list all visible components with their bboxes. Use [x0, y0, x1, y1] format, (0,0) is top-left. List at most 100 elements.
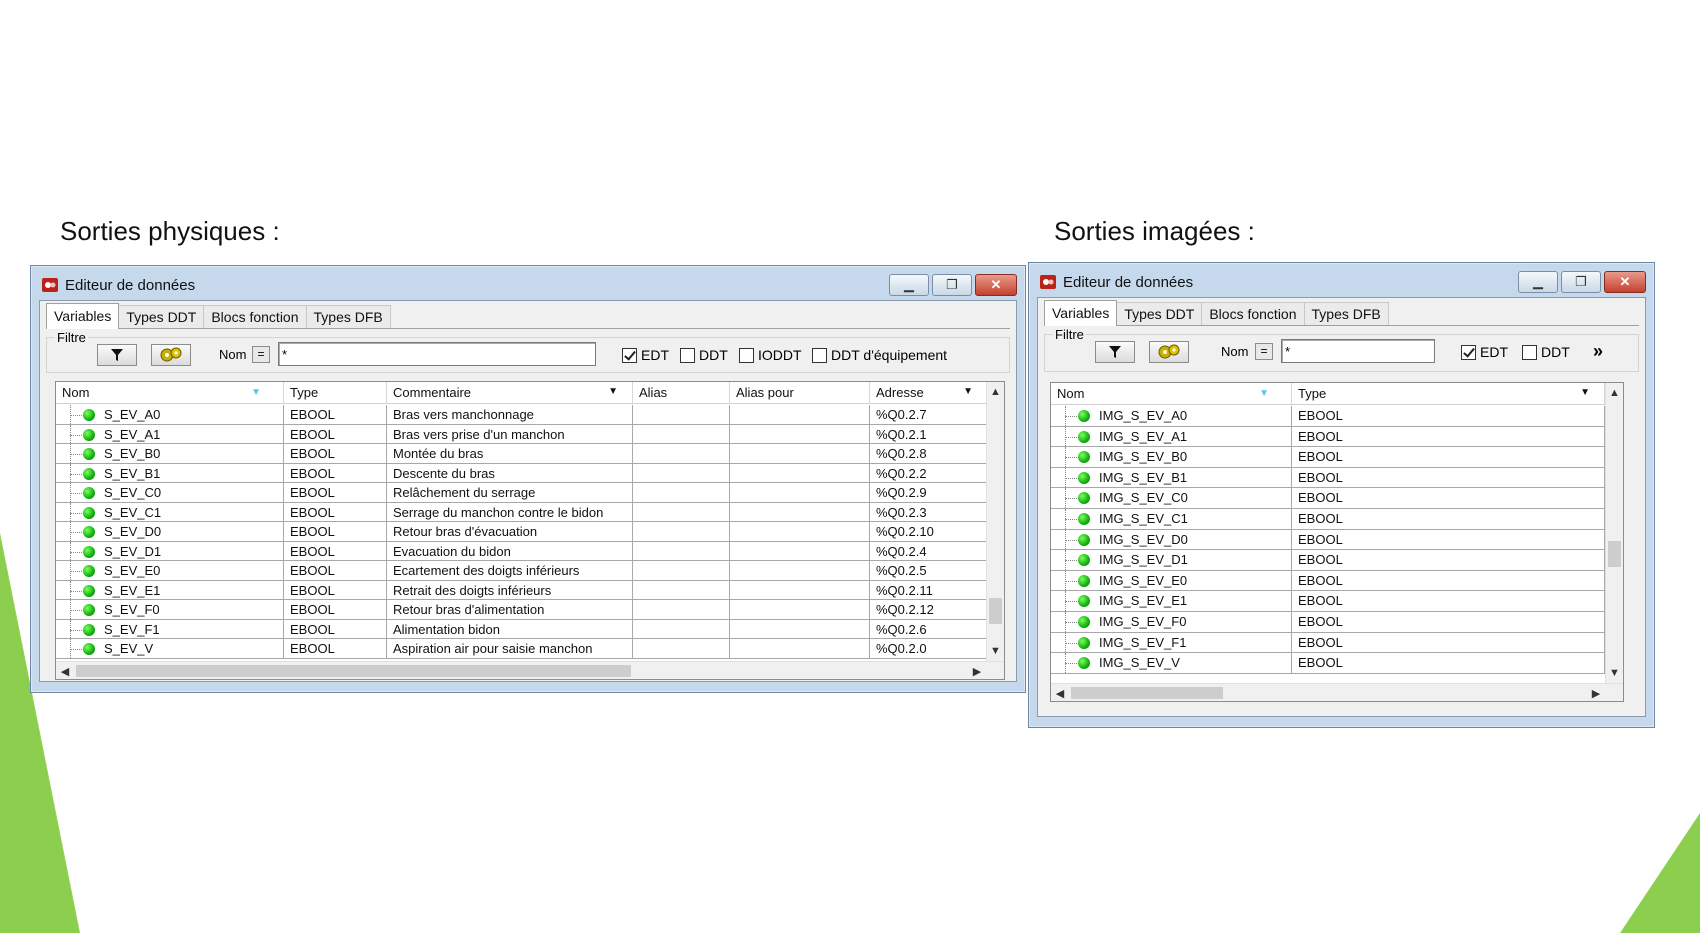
table-row[interactable]: S_EV_F0 EBOOL Retour bras d'alimentation %Q… — [56, 600, 988, 620]
table-row[interactable]: IMG_S_EV_F0 EBOOL — [1051, 611, 1605, 633]
horizontal-scroll-thumb[interactable] — [1071, 687, 1223, 699]
table-cell: EBOOL — [284, 619, 387, 638]
apply-filter-button[interactable] — [1095, 341, 1135, 363]
filter-options-button[interactable] — [1149, 341, 1189, 363]
maximize-button[interactable]: ❐ — [1561, 271, 1601, 293]
table-row[interactable]: S_EV_B0 EBOOL Montée du bras %Q0.2.8 — [56, 444, 988, 464]
vertical-scroll-thumb[interactable] — [1608, 541, 1621, 567]
column-header-adresse[interactable]: Adresse ▼ — [870, 382, 988, 403]
apply-filter-button[interactable] — [97, 344, 137, 366]
table-row[interactable]: IMG_S_EV_C0 EBOOL — [1051, 488, 1605, 509]
table-row[interactable]: IMG_S_EV_D0 EBOOL — [1051, 529, 1605, 551]
tab-types-dfb[interactable]: Types DFB — [1303, 302, 1389, 325]
variable-name: S_EV_B0 — [104, 446, 161, 461]
scroll-up-icon[interactable]: ▲ — [1606, 383, 1623, 403]
filter-options-button[interactable] — [151, 344, 191, 366]
variable-status-dot-icon — [1078, 615, 1090, 628]
checkbox-ddt-equipement[interactable]: DDT d'équipement — [812, 347, 947, 363]
table-row[interactable]: S_EV_A0 EBOOL Bras vers manchonnage %Q0.2.7 — [56, 405, 988, 425]
name-operator-button[interactable]: = — [1255, 343, 1273, 360]
table-row[interactable]: S_EV_B1 EBOOL Descente du bras %Q0.2.2 — [56, 463, 988, 483]
title-bar[interactable]: Editeur de données ▁ ❐ ✕ — [39, 270, 1017, 300]
tab-variables[interactable]: Variables — [1044, 300, 1118, 326]
table-row[interactable]: S_EV_D1 EBOOL Evacuation du bidon %Q0.2.4 — [56, 541, 988, 561]
tree-connector — [70, 551, 84, 553]
tab-blocs-fonction[interactable]: Blocs fonction — [203, 305, 307, 328]
table-body: S_EV_A0 EBOOL Bras vers manchonnage %Q0.2.7… — [56, 405, 988, 659]
close-button[interactable]: ✕ — [1604, 271, 1646, 293]
checkbox-ddt[interactable]: DDT — [680, 347, 728, 363]
table-row[interactable]: IMG_S_EV_E1 EBOOL — [1051, 591, 1605, 612]
table-row[interactable]: IMG_S_EV_F1 EBOOL — [1051, 632, 1605, 654]
minimize-button[interactable]: ▁ — [1518, 271, 1558, 293]
table-row[interactable]: IMG_S_EV_D1 EBOOL — [1051, 550, 1605, 571]
maximize-button[interactable]: ❐ — [932, 274, 972, 296]
variable-name: S_EV_F1 — [104, 621, 160, 637]
table-row[interactable]: IMG_S_EV_V EBOOL — [1051, 653, 1605, 674]
name-operator-button[interactable]: = — [252, 346, 270, 363]
name-filter-input[interactable] — [278, 342, 596, 366]
tree-connector — [1065, 457, 1079, 459]
name-filter-input[interactable] — [1281, 339, 1435, 363]
scroll-down-icon[interactable]: ▼ — [1606, 663, 1623, 683]
checkbox-ioddt[interactable]: IODDT — [739, 347, 802, 363]
variable-name-cell: S_EV_B1 — [56, 463, 284, 482]
table-row[interactable]: IMG_S_EV_A0 EBOOL — [1051, 406, 1605, 427]
tab-blocs-fonction[interactable]: Blocs fonction — [1201, 302, 1305, 325]
table-row[interactable]: S_EV_A1 EBOOL Bras vers prise d'un manchon… — [56, 424, 988, 444]
table-row[interactable]: S_EV_C1 EBOOL Serrage du manchon contre le… — [56, 502, 988, 522]
column-header-commentaire[interactable]: Commentaire ▼ — [387, 382, 633, 403]
table-row[interactable]: IMG_S_EV_C1 EBOOL — [1051, 508, 1605, 530]
tab-types-ddt[interactable]: Types DDT — [118, 305, 205, 328]
checkbox-ddt[interactable]: DDT — [1522, 344, 1570, 360]
table-cell: EBOOL — [1292, 611, 1605, 632]
table-row[interactable]: S_EV_E1 EBOOL Retrait des doigts inférieur… — [56, 580, 988, 600]
more-filters-button[interactable]: » — [1593, 341, 1603, 362]
column-header-nom[interactable]: Nom ▼ — [56, 382, 284, 403]
table-row[interactable]: IMG_S_EV_B1 EBOOL — [1051, 467, 1605, 489]
table-row[interactable]: S_EV_V EBOOL Aspiration air pour saisie ma… — [56, 639, 988, 659]
horizontal-scroll-thumb[interactable] — [76, 665, 631, 677]
scroll-right-icon[interactable]: ▶ — [1587, 684, 1605, 701]
column-header-nom[interactable]: Nom ▼ — [1051, 383, 1292, 404]
scroll-right-icon[interactable]: ▶ — [968, 662, 986, 679]
column-dropdown-icon: ▼ — [608, 386, 618, 397]
table-row[interactable]: IMG_S_EV_B0 EBOOL — [1051, 447, 1605, 468]
tab-variables[interactable]: Variables — [46, 303, 120, 329]
table-row[interactable]: IMG_S_EV_A1 EBOOL — [1051, 426, 1605, 448]
variable-name-cell: IMG_S_EV_E1 — [1051, 591, 1292, 611]
column-header-alias[interactable]: Alias — [633, 382, 730, 403]
table-row[interactable]: S_EV_E0 EBOOL Ecartement des doigts inféri… — [56, 561, 988, 581]
variable-name-cell: IMG_S_EV_B1 — [1051, 467, 1292, 488]
table-row[interactable]: S_EV_F1 EBOOL Alimentation bidon %Q0.2.6 — [56, 619, 988, 639]
table-cell — [633, 619, 730, 638]
horizontal-scrollbar[interactable]: ◀ ▶ — [56, 661, 1004, 679]
tab-types-ddt[interactable]: Types DDT — [1116, 302, 1203, 325]
scroll-left-icon[interactable]: ◀ — [1051, 684, 1069, 701]
horizontal-scrollbar[interactable]: ◀ ▶ — [1051, 683, 1623, 701]
minimize-button[interactable]: ▁ — [889, 274, 929, 296]
variable-status-dot-icon — [1078, 554, 1090, 567]
vertical-scrollbar[interactable]: ▲ ▼ — [986, 382, 1004, 661]
checkbox-edt[interactable]: EDT — [1461, 344, 1508, 360]
checkbox-edt[interactable]: EDT — [622, 347, 669, 363]
title-bar[interactable]: Editeur de données ▁ ❐ ✕ — [1037, 267, 1646, 297]
green-triangle-decoration-right — [1620, 813, 1700, 933]
checkbox-ddt-box — [1522, 344, 1537, 360]
close-button[interactable]: ✕ — [975, 274, 1017, 296]
table-row[interactable]: IMG_S_EV_E0 EBOOL — [1051, 570, 1605, 592]
tab-types-dfb[interactable]: Types DFB — [305, 305, 391, 328]
vertical-scroll-thumb[interactable] — [989, 598, 1002, 624]
vertical-scrollbar[interactable]: ▲ ▼ — [1605, 383, 1623, 683]
column-header-alias-pour[interactable]: Alias pour — [730, 382, 870, 403]
table-cell — [633, 600, 730, 619]
scroll-up-icon[interactable]: ▲ — [987, 382, 1004, 402]
variable-name: S_EV_E0 — [104, 563, 161, 578]
scroll-down-icon[interactable]: ▼ — [987, 641, 1004, 661]
table-row[interactable]: S_EV_D0 EBOOL Retour bras d'évacuation %Q0.… — [56, 522, 988, 542]
column-header-type[interactable]: Type — [284, 382, 387, 403]
scroll-left-icon[interactable]: ◀ — [56, 662, 74, 679]
variable-name: S_EV_E1 — [104, 582, 161, 598]
table-row[interactable]: S_EV_C0 EBOOL Relâchement du serrage %Q0.2.… — [56, 483, 988, 503]
column-header-type[interactable]: Type ▼ — [1292, 383, 1605, 404]
